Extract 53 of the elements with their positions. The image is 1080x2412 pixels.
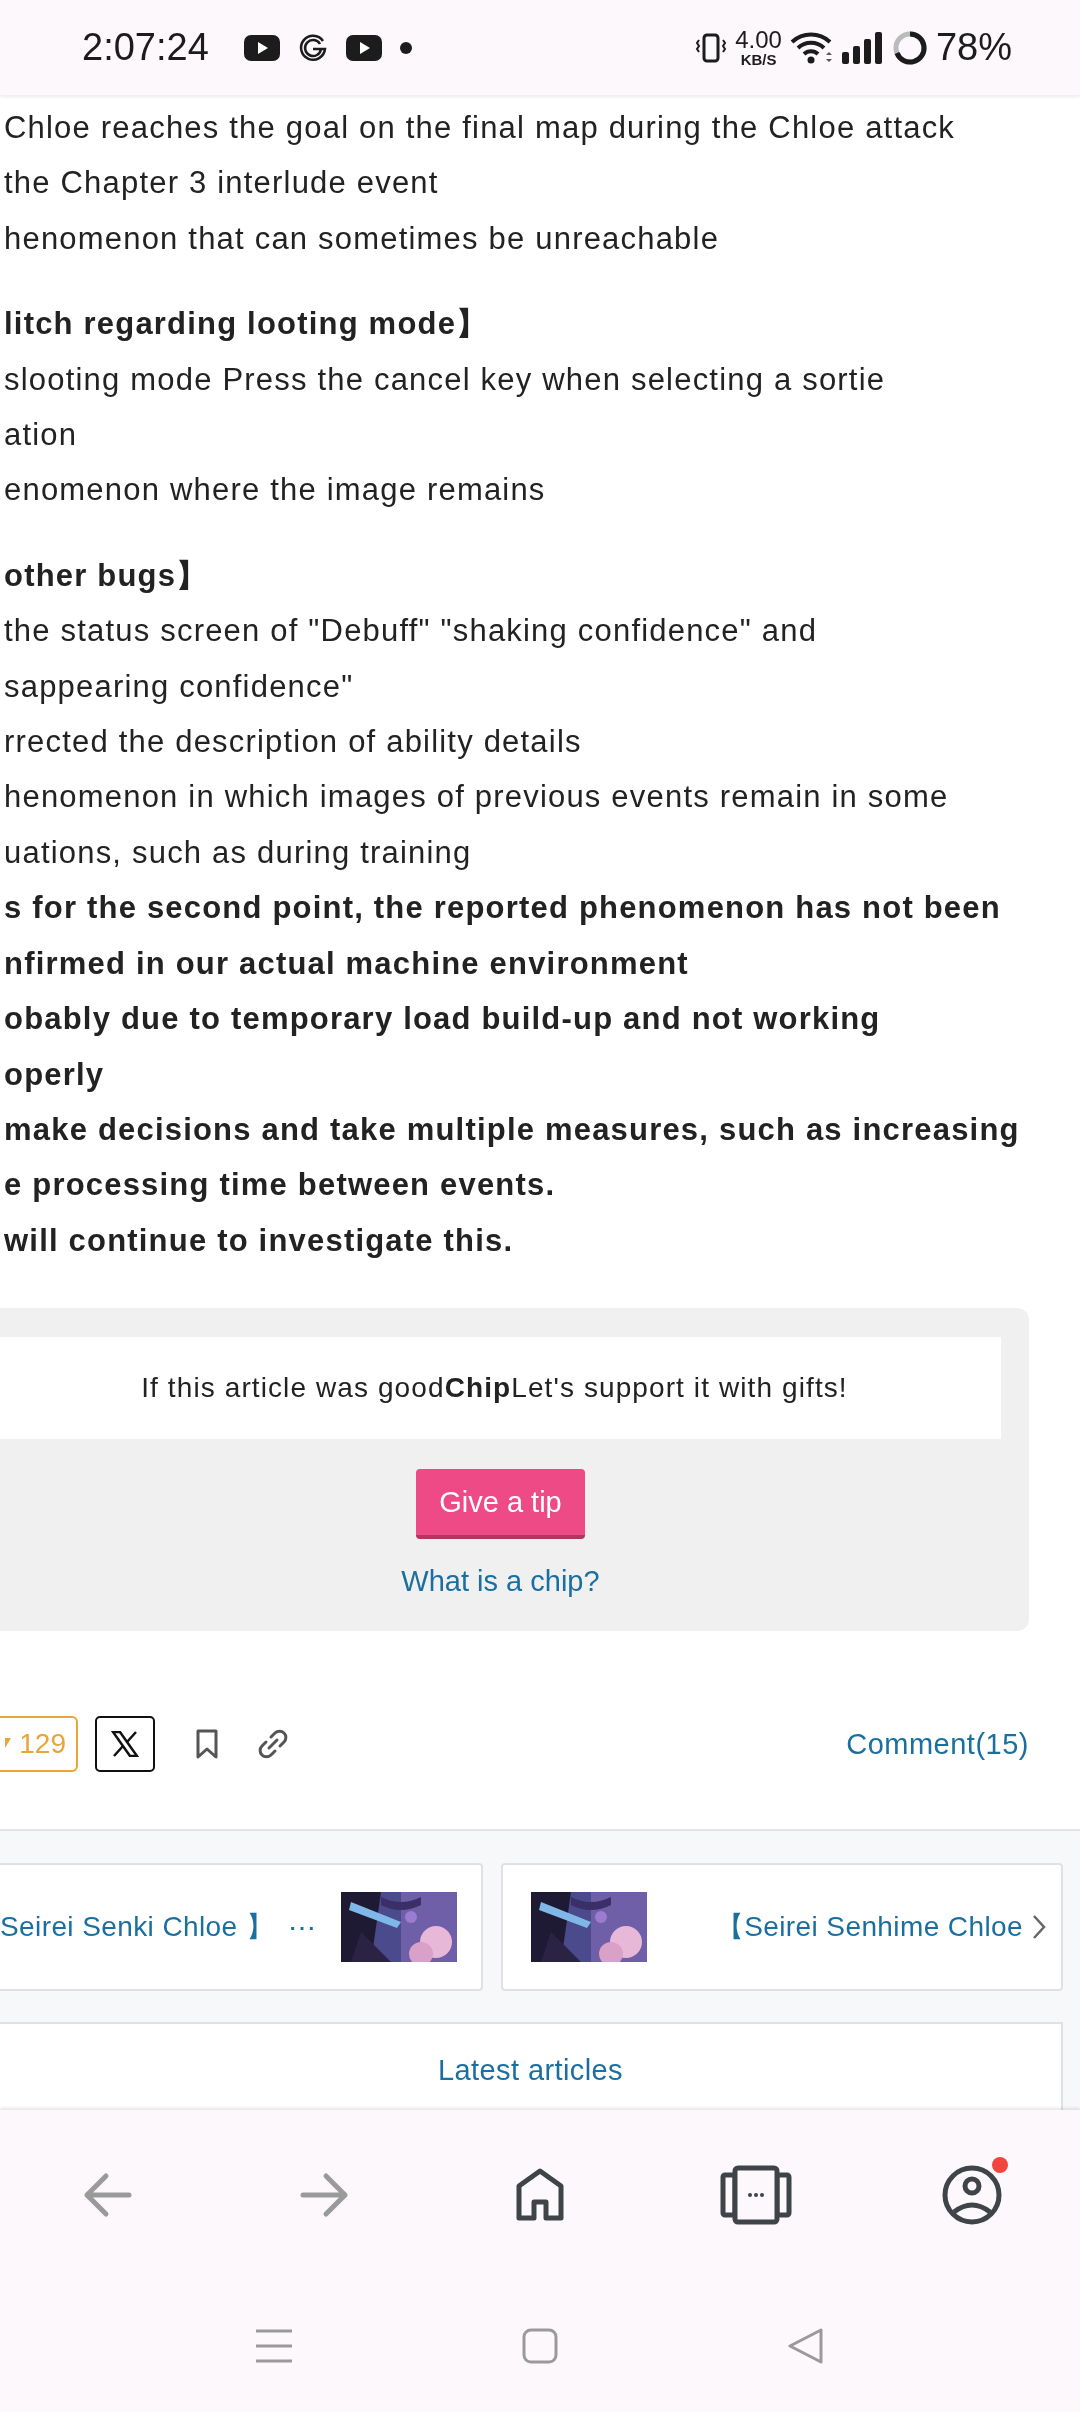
article-text: enomenon where the image remains [4,471,546,510]
x-logo-icon [111,1731,139,1758]
dot-icon [400,41,412,54]
battery-icon [891,29,928,66]
article-text: nfirmed in our actual machine environment [4,944,689,983]
chip-help-link[interactable]: What is a chip? [401,1561,600,1602]
article-text: the status screen of "Debuff" "shaking confidence" and [4,612,818,651]
latest-articles-heading[interactable]: Latest articles [438,2054,623,2095]
menu-icon[interactable] [256,2328,292,2364]
share-x-button[interactable] [95,1716,155,1773]
article-text: uations, such as during training [4,833,472,872]
home-icon[interactable] [516,2169,564,2221]
letter-g-icon [298,32,328,63]
article-text: obably due to temporary load build-up and not working [4,1000,881,1039]
tip-message: If this article was goodChipLet's support it with gifts! [141,1372,848,1405]
link-icon[interactable] [257,1728,289,1761]
clock-time: 2:07:24 [82,26,210,69]
article-text: sappearing confidence" [4,667,354,706]
article-text: ation [4,416,78,455]
network-speed: 4.00 KB/S [735,28,782,67]
comments-link[interactable]: Comment(15) [846,1727,1029,1761]
article-text: will continue to investigate this. [4,1221,514,1260]
next-article-card[interactable]: 【Seirei Senhime Chloe [501,1863,1063,1992]
profile-icon[interactable] [942,2165,1002,2225]
home-button-icon[interactable] [522,2328,558,2364]
back-icon[interactable] [84,2173,132,2217]
forward-icon[interactable] [300,2173,348,2217]
article-text: other bugs】 [4,556,209,595]
signal-icon [841,31,884,64]
previous-article-card[interactable]: Seirei Senki Chloe 】 ⋯ [0,1863,483,1992]
video-app-icon [244,34,280,61]
article-text: slooting mode Press the cancel key when selecting a sortie [4,360,886,399]
article-text: s for the second point, the reported phenomenon has not been [4,889,1001,928]
bookmark-icon[interactable] [195,1729,219,1760]
article-text: Chloe reaches the goal on the final map during the Chloe attack [4,109,956,147]
tabs-icon[interactable] [720,2165,792,2225]
article-text: make decisions and take multiple measures, such as increasing [4,1110,1020,1149]
ellipsis-text: ⋯ [288,1910,317,1944]
article-text: henomenon that can sometimes be unreachable [4,219,720,258]
back-button-icon[interactable] [788,2328,824,2364]
battery-level: 78% [935,26,1012,69]
article-text: the Chapter 3 interlude event [4,164,439,203]
wifi-icon [789,30,834,65]
video-app-icon [346,34,382,61]
article-text: henomenon in which images of previous events remain in some [4,778,949,817]
article-text: litch regarding looting mode】 [4,305,489,344]
article-text: rrected the description of ability details [4,723,582,762]
article-title: Seirei Senki Chloe 】 [0,1910,275,1945]
article-title: 【Seirei Senhime Chloe [715,1910,1023,1945]
tip-button[interactable]: Give a tip [416,1469,585,1540]
vibrate-icon [695,31,728,64]
article-text: e processing time between events. [4,1166,556,1205]
article-text: operly [4,1055,105,1094]
